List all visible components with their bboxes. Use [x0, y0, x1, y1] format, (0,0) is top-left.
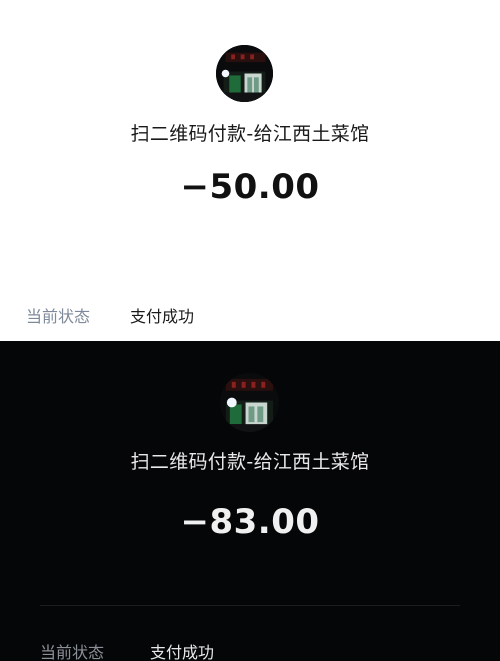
merchant-title: 扫二维码付款-给江西土菜馆 — [130, 123, 370, 145]
transaction-detail-dark: 扫二维码付款-给江西土菜馆 −83.00 当前状态 支付成功 — [0, 341, 500, 661]
merchant-photo-icon — [220, 373, 279, 432]
merchant-avatar — [220, 373, 279, 432]
merchant-title: 扫二维码付款-给江西土菜馆 — [130, 451, 370, 473]
payment-amount: −83.00 — [180, 502, 320, 542]
payment-records-screen: 扫二维码付款-给江西土菜馆 −50.00 当前状态 支付成功 扫二维码付款-给江… — [0, 0, 500, 661]
divider — [40, 605, 460, 606]
status-label: 当前状态 — [26, 307, 91, 326]
status-value: 支付成功 — [150, 643, 215, 661]
status-label: 当前状态 — [40, 643, 105, 661]
merchant-photo-icon — [216, 45, 273, 102]
payment-amount: −50.00 — [180, 167, 320, 207]
status-value: 支付成功 — [130, 307, 195, 326]
transaction-detail-light: 扫二维码付款-给江西土菜馆 −50.00 当前状态 支付成功 — [0, 0, 500, 341]
merchant-avatar — [216, 45, 273, 102]
